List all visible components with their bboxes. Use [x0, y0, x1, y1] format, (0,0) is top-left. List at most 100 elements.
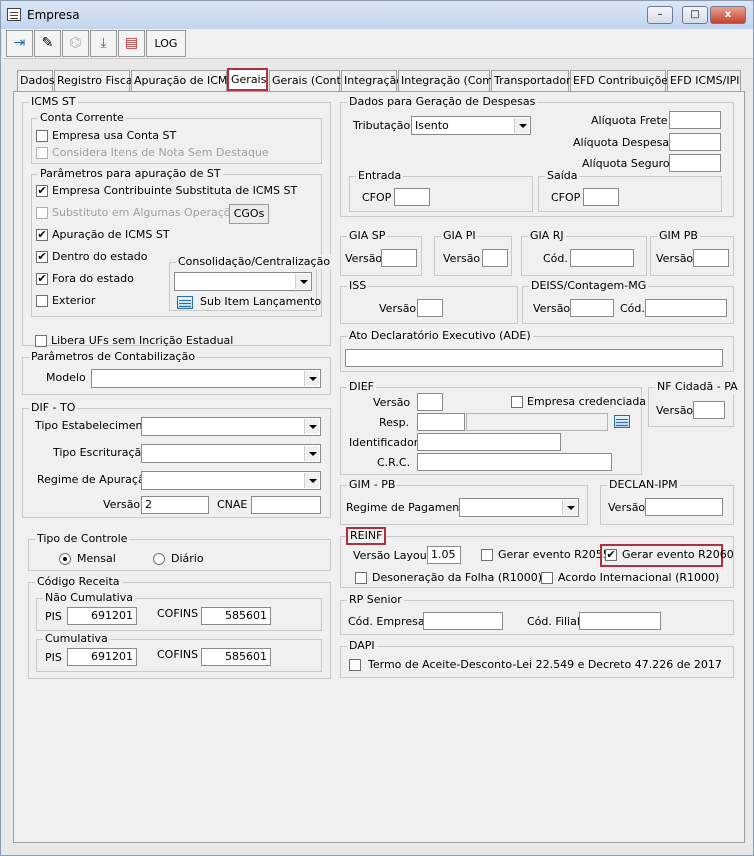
termo-aceite-checkbox[interactable] — [349, 659, 361, 671]
aliq-frete-input[interactable] — [669, 111, 721, 129]
tab-integracao[interactable]: Integração — [341, 70, 403, 91]
tab-gerais-cont[interactable]: Gerais (Cont.) — [269, 70, 349, 91]
dentro-estado-checkbox[interactable]: ✔ — [36, 251, 48, 263]
deiss-versao-input[interactable] — [570, 299, 614, 317]
tributacao-select[interactable]: Isento — [411, 116, 531, 135]
termo-aceite-label: Termo de Aceite-Desconto-Lei 22.549 e De… — [368, 658, 722, 671]
crc-input[interactable] — [417, 453, 612, 471]
identificador-input[interactable] — [417, 433, 561, 451]
gia-pi-versao-input[interactable] — [482, 249, 508, 267]
maximize-button[interactable]: □ — [682, 6, 708, 24]
tab-transportadora[interactable]: Transportadora — [491, 70, 577, 91]
desoneracao-checkbox[interactable] — [355, 572, 367, 584]
tab-efd-icms-ipi[interactable]: EFD ICMS/IPI — [667, 70, 741, 91]
empresa-usa-conta-st-checkbox[interactable] — [36, 130, 48, 142]
log-button[interactable]: LOG — [146, 30, 186, 57]
regime-pagamento-select[interactable] — [459, 498, 579, 517]
cod-empresa-input[interactable] — [423, 612, 503, 630]
resp-code-input[interactable] — [417, 413, 465, 431]
despesas-legend: Dados para Geração de Despesas — [347, 95, 538, 109]
contribuinte-substituta-checkbox[interactable]: ✔ — [36, 185, 48, 197]
gia-pi-legend: GIA PI — [441, 229, 478, 243]
ade-input[interactable] — [345, 349, 723, 367]
tributacao-value: Isento — [415, 119, 449, 132]
chevron-down-icon — [562, 500, 577, 515]
conta-corrente-group: Conta Corrente Empresa usa Conta ST Cons… — [31, 111, 322, 164]
cfop-saida-input[interactable] — [583, 188, 619, 206]
codigo-receita-group: Código Receita Não Cumulativa PIS 691201… — [28, 575, 331, 679]
tab-gerais[interactable]: Gerais — [227, 68, 268, 91]
deiss-cod-input[interactable] — [645, 299, 727, 317]
pis-nc-label: PIS — [45, 610, 62, 623]
diario-radio[interactable] — [153, 553, 165, 565]
empresa-credenciada-checkbox[interactable] — [511, 396, 523, 408]
nf-cidada-group: NF Cidadã - PA Versão — [648, 380, 740, 427]
sub-item-grid-icon[interactable] — [177, 296, 193, 309]
chevron-down-icon — [514, 118, 529, 133]
cnae-input[interactable] — [251, 496, 321, 514]
fora-estado-checkbox[interactable]: ✔ — [36, 273, 48, 285]
consolidacao-legend: Consolidação/Centralização — [176, 255, 333, 269]
cofins-nc-input[interactable]: 585601 — [201, 607, 271, 625]
print-icon[interactable]: ▤ — [118, 30, 145, 57]
cgos-button[interactable]: CGOs — [229, 204, 269, 224]
exterior-checkbox[interactable] — [36, 295, 48, 307]
gim-pb-versao-input[interactable] — [693, 249, 729, 267]
r2060-checkbox[interactable]: ✔ — [605, 549, 617, 561]
acordo-checkbox[interactable] — [541, 572, 553, 584]
tipo-controle-group: Tipo de Controle Mensal Diário — [28, 532, 331, 571]
pis-c-label: PIS — [45, 651, 62, 664]
consolidacao-select[interactable] — [174, 272, 312, 291]
pis-c-input[interactable]: 691201 — [67, 648, 137, 666]
declan-versao-input[interactable] — [645, 498, 723, 516]
iss-versao-input[interactable] — [417, 299, 443, 317]
tab-registro-fiscal[interactable]: Registro Fiscal — [54, 70, 136, 91]
dief-versao-input[interactable] — [417, 393, 443, 411]
gim-pb-regime-group: GIM - PB Regime de Pagamento — [340, 478, 588, 525]
eraser-icon[interactable]: ✎ — [34, 30, 61, 57]
chevron-down-icon — [304, 446, 319, 461]
considera-itens-checkbox — [36, 147, 48, 159]
aliq-seguro-input[interactable] — [669, 154, 721, 172]
cod-empresa-label: Cód. Empresa — [348, 615, 425, 628]
tab-dados[interactable]: Dados — [17, 70, 55, 91]
aliq-despesa-input[interactable] — [669, 133, 721, 151]
dif-to-legend: DIF - TO — [29, 401, 78, 415]
download-icon[interactable]: ⤓ — [90, 30, 117, 57]
tipo-estabelecimento-select[interactable] — [141, 417, 321, 436]
nf-cidada-versao-input[interactable] — [693, 401, 725, 419]
dif-to-group: DIF - TO Tipo Estabelecimento Tipo Escri… — [22, 401, 331, 518]
cod-filial-input[interactable] — [579, 612, 661, 630]
tab-efd-contribuicoes[interactable]: EFD Contribuições — [570, 70, 674, 91]
cfop-entrada-input[interactable] — [394, 188, 430, 206]
cofins-c-input[interactable]: 585601 — [201, 648, 271, 666]
gia-sp-versao-input[interactable] — [381, 249, 417, 267]
app-icon — [7, 8, 21, 21]
tab-integracao-com[interactable]: Integração (Com.) — [398, 70, 501, 91]
versao-layout-input[interactable]: 1.05 — [427, 546, 461, 564]
tree-icon: ⌬ — [62, 30, 89, 57]
resp-lookup-grid-icon[interactable] — [614, 415, 630, 428]
rp-senior-legend: RP Senior — [347, 593, 404, 607]
pis-nc-input[interactable]: 691201 — [67, 607, 137, 625]
gia-rj-cod-input[interactable] — [570, 249, 634, 267]
dif-versao-input[interactable]: 2 — [141, 496, 209, 514]
apuracao-icms-st-checkbox[interactable]: ✔ — [36, 229, 48, 241]
tipo-escrituracao-select[interactable] — [141, 444, 321, 463]
tab-apuracao-icms[interactable]: Apuração de ICMS — [131, 70, 234, 91]
iss-versao-label: Versão — [379, 302, 417, 315]
libera-ufs-checkbox[interactable] — [35, 335, 47, 347]
exterior-label: Exterior — [52, 294, 96, 307]
diario-label: Diário — [171, 552, 204, 565]
exit-icon[interactable]: ⇥ — [6, 30, 33, 57]
close-button[interactable]: x — [710, 6, 746, 24]
modelo-select[interactable] — [91, 369, 321, 388]
dief-group: DIEF Versão Empresa credenciada Resp. Id… — [340, 380, 646, 475]
gim-pb-legend: GIM PB — [657, 229, 700, 243]
r2055-checkbox[interactable] — [481, 549, 493, 561]
mensal-radio[interactable] — [59, 553, 71, 565]
minimize-button[interactable]: – — [647, 6, 673, 24]
regime-apuracao-select[interactable] — [141, 471, 321, 490]
sub-item-lancamento-label[interactable]: Sub Item Lançamento — [200, 295, 321, 309]
empresa-window: Empresa – □ x ⇥ ✎ ⌬ ⤓ ▤ LOG Dados Regist… — [0, 0, 754, 856]
